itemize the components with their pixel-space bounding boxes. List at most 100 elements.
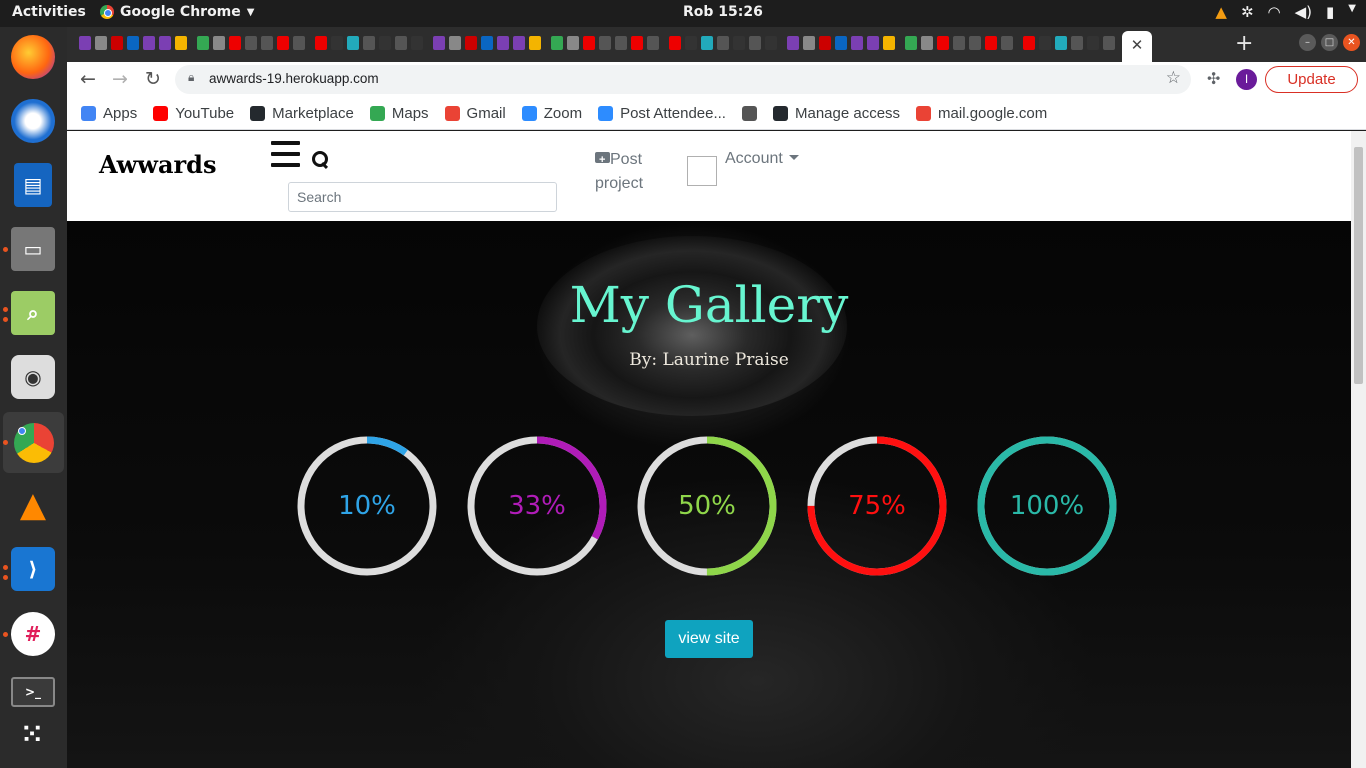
url-text[interactable]: awwards-19.herokuapp.com <box>209 71 379 86</box>
tab-favicon-icon[interactable] <box>363 36 375 50</box>
tab-favicon-icon[interactable] <box>379 36 391 50</box>
tab-favicon-icon[interactable] <box>433 36 445 50</box>
tab-favicon-icon[interactable] <box>331 36 343 50</box>
bookmark-item[interactable]: Zoom <box>521 105 582 122</box>
tab-favicon-icon[interactable] <box>749 36 761 50</box>
show-applications-icon[interactable]: ⁙ <box>11 713 55 757</box>
tab-favicon-icon[interactable] <box>819 36 831 50</box>
tab-favicon-icon[interactable] <box>1103 36 1115 50</box>
bookmark-item[interactable]: Manage access <box>772 105 900 122</box>
tab-favicon-icon[interactable] <box>787 36 799 50</box>
tab-favicon-icon[interactable] <box>835 36 847 50</box>
tab-favicon-icon[interactable] <box>197 36 209 50</box>
vscode-icon[interactable]: ⟩ <box>11 547 55 591</box>
tab-favicon-icon[interactable] <box>465 36 477 50</box>
close-window-icon[interactable]: ✕ <box>1343 34 1360 51</box>
tab-favicon-icon[interactable] <box>1055 36 1067 50</box>
bookmark-item[interactable]: Maps <box>369 105 429 122</box>
tab-favicon-icon[interactable] <box>701 36 713 50</box>
post-project-link[interactable]: Post project <box>595 148 665 196</box>
page-scrollbar[interactable] <box>1351 131 1366 768</box>
activities-button[interactable]: Activities <box>12 4 86 20</box>
tab-favicon-icon[interactable] <box>411 36 423 50</box>
tab-favicon-icon[interactable] <box>347 36 359 50</box>
battery-icon[interactable]: ▮ <box>1326 3 1334 21</box>
tab-favicon-icon[interactable] <box>497 36 509 50</box>
tab-favicon-icon[interactable] <box>261 36 273 50</box>
profile-avatar[interactable]: I <box>1236 69 1257 90</box>
maximize-icon[interactable]: □ <box>1321 34 1338 51</box>
active-tab[interactable]: ✕ <box>1122 31 1152 62</box>
tab-favicon-icon[interactable] <box>449 36 461 50</box>
bookmark-item[interactable]: Post Attendee... <box>598 105 726 122</box>
tab-favicon-icon[interactable] <box>95 36 107 50</box>
files-icon[interactable]: ▭ <box>11 227 55 271</box>
tab-favicon-icon[interactable] <box>685 36 697 50</box>
bookmark-item[interactable]: Apps <box>81 105 137 122</box>
tab-favicon-icon[interactable] <box>867 36 879 50</box>
network-settings-icon[interactable]: ✲ <box>1241 3 1254 21</box>
reload-icon[interactable]: ↻ <box>145 68 161 90</box>
tab-favicon-icon[interactable] <box>513 36 525 50</box>
bookmark-item[interactable]: Gmail <box>444 105 506 122</box>
system-tray[interactable]: ▲ ✲ ◠ ◀) ▮ ▼ <box>1215 3 1356 21</box>
tab-favicon-icon[interactable] <box>583 36 595 50</box>
tab-favicon-icon[interactable] <box>1039 36 1051 50</box>
slack-icon[interactable]: # <box>11 612 55 656</box>
tab-favicon-icon[interactable] <box>1001 36 1013 50</box>
tab-favicon-icon[interactable] <box>969 36 981 50</box>
account-dropdown[interactable]: Account <box>725 150 799 168</box>
tab-favicon-icon[interactable] <box>481 36 493 50</box>
bookmark-star-icon[interactable]: ☆ <box>1166 68 1181 88</box>
back-arrow-icon[interactable]: ← <box>80 68 96 90</box>
image-viewer-icon[interactable]: ⌕ <box>11 291 55 335</box>
search-icon[interactable] <box>312 151 328 169</box>
view-site-button[interactable]: view site <box>665 620 753 658</box>
clock[interactable]: Rob 15:26 <box>683 4 763 20</box>
update-button[interactable]: Update <box>1265 66 1358 93</box>
tab-favicon-icon[interactable] <box>1071 36 1083 50</box>
tab-favicon-icon[interactable] <box>733 36 745 50</box>
tab-favicon-icon[interactable] <box>277 36 289 50</box>
rhythmbox-icon[interactable]: ◉ <box>11 355 55 399</box>
firefox-icon[interactable] <box>11 35 55 79</box>
vlc-tray-icon[interactable]: ▲ <box>1215 3 1227 21</box>
address-bar[interactable]: 🔒︎ awwards-19.herokuapp.com ☆ <box>175 65 1191 94</box>
tab-favicon-icon[interactable] <box>143 36 155 50</box>
tab-favicon-icon[interactable] <box>599 36 611 50</box>
account-avatar[interactable] <box>687 156 717 186</box>
tab-favicon-icon[interactable] <box>79 36 91 50</box>
chrome-dock-icon[interactable] <box>3 412 64 473</box>
tab-favicon-icon[interactable] <box>985 36 997 50</box>
tab-favicon-icon[interactable] <box>315 36 327 50</box>
search-input[interactable] <box>288 182 557 212</box>
tab-favicon-icon[interactable] <box>953 36 965 50</box>
forward-arrow-icon[interactable]: → <box>112 68 128 90</box>
wifi-icon[interactable]: ◠ <box>1268 3 1281 21</box>
volume-icon[interactable]: ◀) <box>1295 3 1312 21</box>
tab-favicon-icon[interactable] <box>803 36 815 50</box>
vlc-icon[interactable]: ▲ <box>11 483 55 527</box>
site-brand[interactable]: Awwards <box>99 150 216 179</box>
lock-icon[interactable]: 🔒︎ <box>188 70 194 85</box>
tab-favicon-icon[interactable] <box>905 36 917 50</box>
tab-favicon-icon[interactable] <box>395 36 407 50</box>
tab-favicon-icon[interactable] <box>127 36 139 50</box>
tab-favicon-icon[interactable] <box>159 36 171 50</box>
tab-favicon-icon[interactable] <box>669 36 681 50</box>
tab-favicon-icon[interactable] <box>717 36 729 50</box>
scrollbar-thumb[interactable] <box>1354 147 1363 384</box>
bookmark-item[interactable]: Marketplace <box>250 105 354 122</box>
tab-favicon-icon[interactable] <box>529 36 541 50</box>
tab-favicon-icon[interactable] <box>229 36 241 50</box>
extensions-puzzle-icon[interactable]: ✣ <box>1207 69 1220 88</box>
bookmark-item[interactable] <box>741 105 757 121</box>
tab-favicon-icon[interactable] <box>293 36 305 50</box>
app-menu[interactable]: Google Chrome ▼ <box>100 4 254 20</box>
minimize-icon[interactable]: – <box>1299 34 1316 51</box>
tab-favicon-icon[interactable] <box>1087 36 1099 50</box>
tab-favicon-icon[interactable] <box>631 36 643 50</box>
bookmark-item[interactable]: mail.google.com <box>916 105 1047 122</box>
close-tab-icon[interactable]: ✕ <box>1131 36 1144 54</box>
tab-favicon-icon[interactable] <box>245 36 257 50</box>
